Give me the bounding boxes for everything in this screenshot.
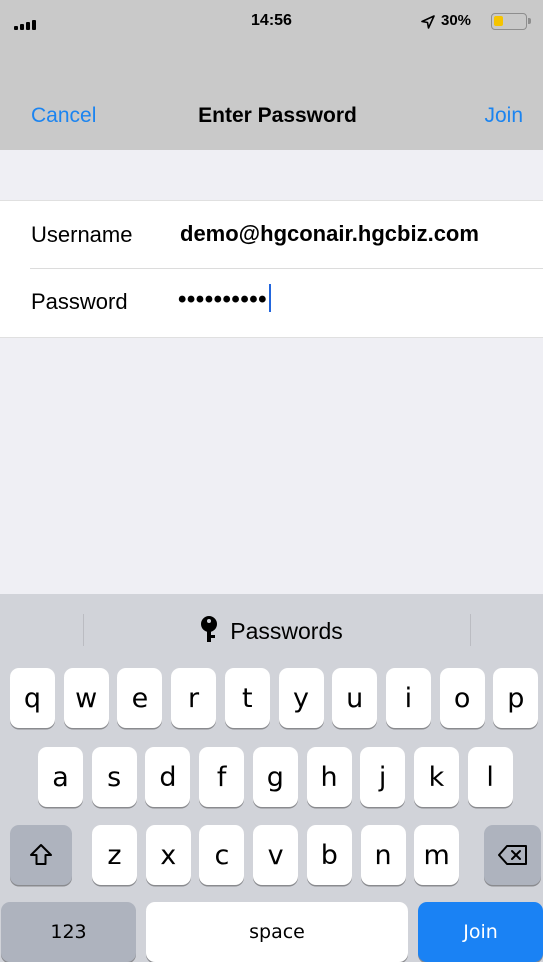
key-k[interactable]: k [413,747,459,807]
key-v[interactable]: v [253,825,299,885]
key-z[interactable]: z [92,825,137,885]
key-j[interactable]: j [360,747,406,807]
join-nav-button[interactable]: Join [484,104,523,128]
password-field[interactable]: •••••••••• [178,284,272,314]
numbers-key[interactable]: 123 [1,902,136,962]
key-l[interactable]: l [467,747,513,807]
battery-level-fill [494,16,503,26]
delete-key[interactable] [484,825,541,885]
password-row[interactable]: Password •••••••••• [0,268,543,335]
key-w[interactable]: w [63,668,109,728]
passwords-suggestion[interactable]: Passwords [0,616,543,645]
status-bar: 14:56 30% [0,0,543,44]
key-icon [200,616,218,642]
key-t[interactable]: t [224,668,270,728]
key-u[interactable]: u [332,668,378,728]
password-label: Password [31,289,128,314]
key-d[interactable]: d [145,747,191,807]
shift-icon [30,844,52,865]
key-f[interactable]: f [199,747,245,807]
username-label: Username [31,222,133,247]
key-p[interactable]: p [493,668,539,728]
backspace-icon [497,845,527,865]
page-title: Enter Password [198,104,357,127]
battery-percent: 30% [441,12,472,29]
key-q[interactable]: q [10,668,55,728]
key-b[interactable]: b [306,825,352,885]
key-r[interactable]: r [171,668,217,728]
key-a[interactable]: a [38,747,83,807]
wifi-password-screen: 14:56 30% Cancel Enter Password Join Use… [0,0,543,962]
key-m[interactable]: m [414,825,460,885]
username-field[interactable]: demo@hgconair.hgcbiz.com [180,221,479,247]
navigation-bar: 14:56 30% Cancel Enter Password Join [0,0,543,150]
key-c[interactable]: c [199,825,245,885]
key-o[interactable]: o [439,668,485,728]
password-dots: •••••••••• [178,286,268,313]
space-key[interactable]: space [146,902,408,962]
key-e[interactable]: e [117,668,163,728]
battery-icon [491,13,531,30]
location-arrow-icon [421,15,435,32]
key-n[interactable]: n [360,825,406,885]
credentials-form: Username demo@hgconair.hgcbiz.com Passwo… [0,200,543,338]
suggestion-bar: Passwords [0,594,543,664]
username-row[interactable]: Username demo@hgconair.hgcbiz.com [0,201,543,268]
key-h[interactable]: h [306,747,352,807]
join-key[interactable]: Join [418,902,543,962]
key-g[interactable]: g [252,747,298,807]
keyboard: Passwords q w e r t y u i o p a s d f g h j k l z x c v b n m 123 s… [0,594,543,962]
passwords-label: Passwords [230,618,343,644]
key-y[interactable]: y [278,668,324,728]
key-i[interactable]: i [385,668,431,728]
key-s[interactable]: s [91,747,137,807]
key-x[interactable]: x [145,825,191,885]
text-cursor [269,284,272,312]
shift-key[interactable] [10,825,72,885]
